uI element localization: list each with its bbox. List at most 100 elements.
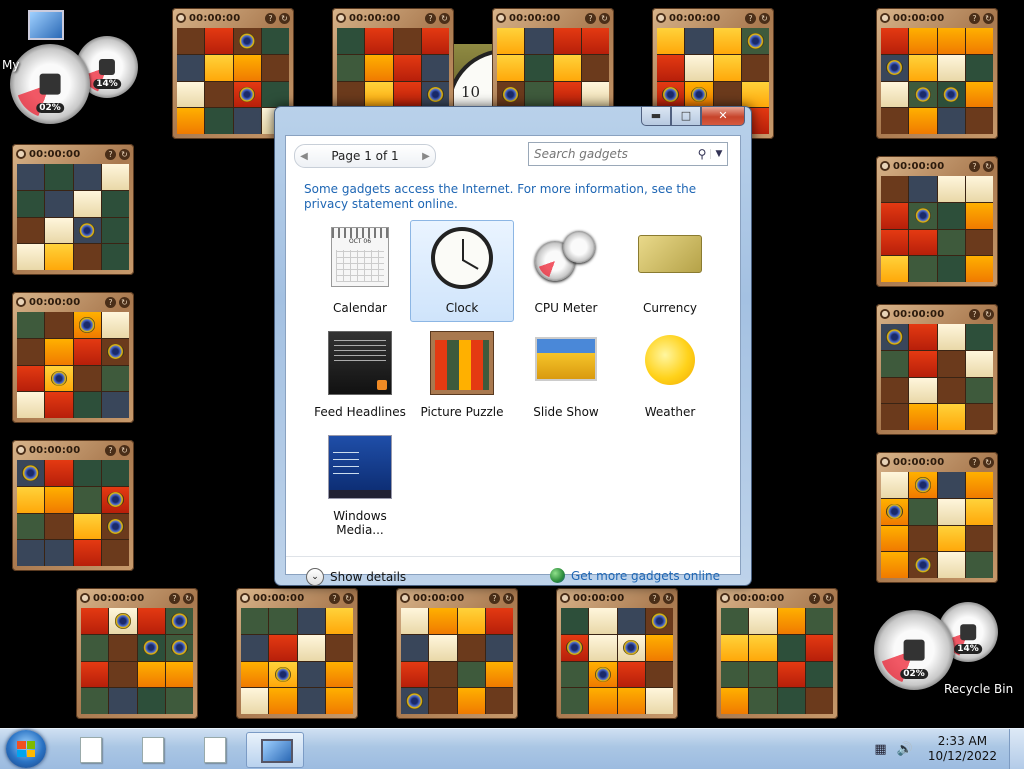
puzzle-tile[interactable] [909, 377, 937, 404]
puzzle-tile[interactable] [17, 190, 45, 217]
puzzle-tile[interactable] [233, 54, 261, 81]
puzzle-tile[interactable] [721, 608, 749, 634]
puzzle-tile[interactable] [589, 608, 617, 634]
puzzle-tile[interactable] [805, 661, 833, 688]
puzzle-tile[interactable] [297, 661, 325, 688]
puzzle-tile[interactable] [881, 176, 909, 202]
puzzle-tile[interactable] [325, 634, 353, 661]
puzzle-tile[interactable] [881, 256, 909, 282]
puzzle-tile[interactable] [617, 634, 645, 661]
shuffle-icon[interactable]: ↻ [119, 148, 130, 160]
puzzle-tile[interactable] [805, 634, 833, 661]
puzzle-tile[interactable] [457, 634, 485, 661]
puzzle-tile[interactable] [297, 634, 325, 661]
help-icon[interactable]: ? [329, 592, 340, 604]
puzzle-tile[interactable] [45, 217, 73, 244]
puzzle-tile[interactable] [241, 608, 269, 634]
puzzle-tile[interactable] [589, 661, 617, 688]
puzzle-tile[interactable] [17, 312, 45, 338]
puzzle-tile[interactable] [337, 54, 365, 81]
puzzle-tile[interactable] [401, 688, 429, 714]
puzzle-tile[interactable] [881, 108, 909, 134]
puzzle-tile[interactable] [177, 81, 205, 108]
shuffle-icon[interactable]: ↻ [983, 456, 994, 468]
puzzle-tile[interactable] [881, 324, 909, 350]
puzzle-tile[interactable] [881, 377, 909, 404]
puzzle-tile[interactable] [165, 634, 193, 661]
puzzle-tile[interactable] [497, 28, 525, 54]
puzzle-tile[interactable] [965, 525, 993, 552]
my-computer-icon[interactable]: My [2, 10, 64, 72]
puzzle-tile[interactable] [937, 28, 965, 54]
puzzle-tile[interactable] [325, 661, 353, 688]
puzzle-tile[interactable] [485, 608, 513, 634]
puzzle-tile[interactable] [45, 486, 73, 513]
gadget-slide-show[interactable]: Slide Show [514, 324, 618, 426]
puzzle-tile[interactable] [205, 108, 233, 134]
recycle-bin-icon[interactable]: Recycle Bin [940, 640, 1013, 700]
picture-puzzle-gadget[interactable]: ● 00:00:00? ↻ [396, 588, 518, 719]
search-icon[interactable]: ⚲ [694, 147, 710, 161]
puzzle-tile[interactable] [269, 688, 297, 714]
puzzle-tile[interactable] [617, 608, 645, 634]
puzzle-tile[interactable] [937, 350, 965, 377]
puzzle-tile[interactable] [909, 404, 937, 430]
show-desktop-button[interactable] [1009, 729, 1024, 769]
puzzle-tile[interactable] [881, 350, 909, 377]
puzzle-tile[interactable] [205, 81, 233, 108]
puzzle-tile[interactable] [73, 164, 101, 190]
help-icon[interactable]: ? [105, 296, 116, 308]
puzzle-tile[interactable] [45, 190, 73, 217]
start-button[interactable] [6, 730, 46, 768]
picture-puzzle-gadget[interactable]: ● 00:00:00? ↻ [12, 440, 134, 571]
puzzle-tile[interactable] [101, 244, 129, 270]
puzzle-tile[interactable] [73, 217, 101, 244]
puzzle-tile[interactable] [137, 661, 165, 688]
puzzle-tile[interactable] [81, 608, 109, 634]
puzzle-tile[interactable] [909, 229, 937, 256]
puzzle-tile[interactable] [657, 81, 685, 108]
puzzle-tile[interactable] [485, 688, 513, 714]
puzzle-tile[interactable] [269, 634, 297, 661]
puzzle-tile[interactable] [497, 54, 525, 81]
gadget-weather[interactable]: Weather [618, 324, 722, 426]
puzzle-tile[interactable] [937, 229, 965, 256]
help-icon[interactable]: ? [649, 592, 660, 604]
puzzle-tile[interactable] [881, 525, 909, 552]
help-icon[interactable]: ? [585, 12, 596, 24]
puzzle-tile[interactable] [45, 338, 73, 365]
puzzle-tile[interactable] [497, 81, 525, 108]
puzzle-tile[interactable] [881, 54, 909, 81]
puzzle-tile[interactable] [101, 392, 129, 418]
puzzle-tile[interactable] [17, 486, 45, 513]
help-icon[interactable]: ? [969, 12, 980, 24]
puzzle-tile[interactable] [937, 525, 965, 552]
picture-puzzle-gadget[interactable]: ● 00:00:00? ↻ [876, 8, 998, 139]
puzzle-tile[interactable] [485, 661, 513, 688]
picture-puzzle-gadget[interactable]: ● 00:00:00? ↻ [876, 452, 998, 583]
picture-puzzle-gadget[interactable]: ● 00:00:00? ↻ [716, 588, 838, 719]
puzzle-tile[interactable] [45, 312, 73, 338]
puzzle-tile[interactable] [101, 365, 129, 392]
puzzle-tile[interactable] [657, 28, 685, 54]
puzzle-tile[interactable] [45, 392, 73, 418]
puzzle-tile[interactable] [17, 244, 45, 270]
puzzle-tile[interactable] [909, 498, 937, 525]
puzzle-tile[interactable] [553, 54, 581, 81]
puzzle-tile[interactable] [165, 608, 193, 634]
puzzle-tile[interactable] [721, 634, 749, 661]
puzzle-tile[interactable] [525, 54, 553, 81]
puzzle-tile[interactable] [713, 81, 741, 108]
puzzle-tile[interactable] [73, 244, 101, 270]
puzzle-tile[interactable] [421, 81, 449, 108]
puzzle-tile[interactable] [261, 28, 289, 54]
puzzle-tile[interactable] [909, 176, 937, 202]
puzzle-tile[interactable] [101, 540, 129, 566]
puzzle-tile[interactable] [561, 688, 589, 714]
puzzle-tile[interactable] [17, 460, 45, 486]
puzzle-tile[interactable] [73, 460, 101, 486]
puzzle-tile[interactable] [645, 661, 673, 688]
puzzle-tile[interactable] [937, 54, 965, 81]
puzzle-tile[interactable] [581, 54, 609, 81]
puzzle-tile[interactable] [553, 28, 581, 54]
